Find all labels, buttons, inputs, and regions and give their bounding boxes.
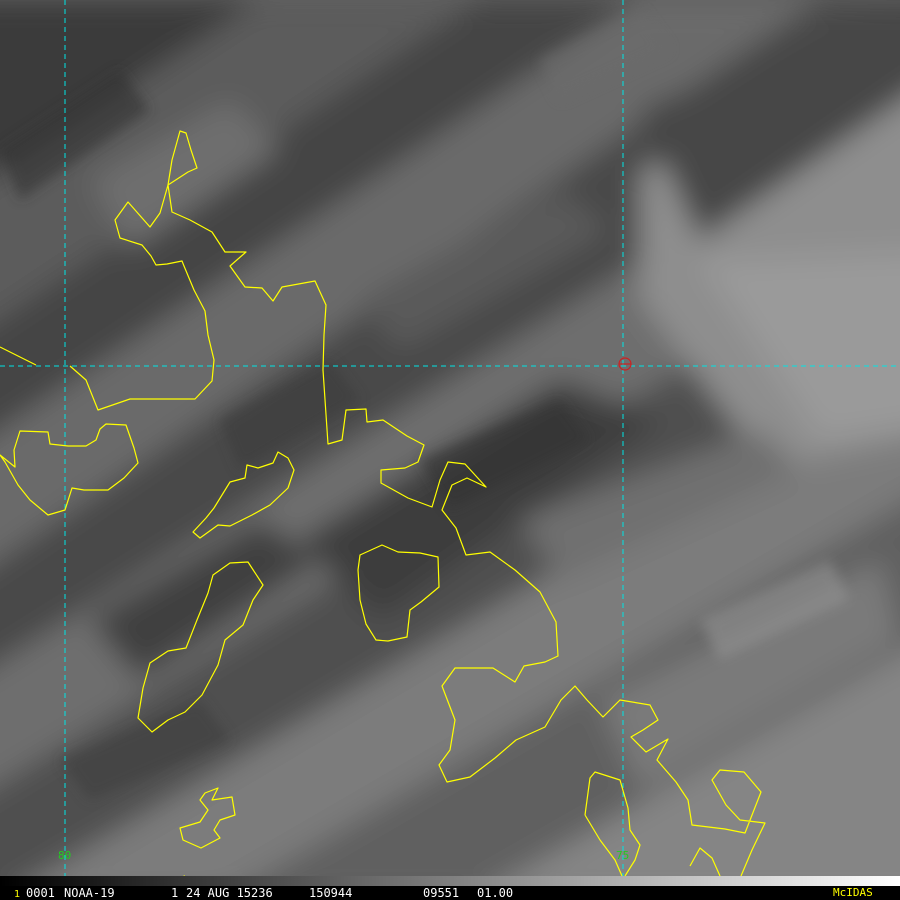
image-time: 150944 xyxy=(309,886,353,900)
water-vapor-imagery xyxy=(0,0,900,876)
frame-number: 1 xyxy=(14,889,21,900)
grid-label-lon-80: 80 xyxy=(58,849,72,862)
grayscale-calibration-bar xyxy=(0,876,900,886)
mcidas-logo: McIDAS xyxy=(833,886,873,899)
band-number: 1 xyxy=(171,886,179,900)
satellite-image-display: 80 75 1 0001 NOAA-19 1 24 AUG 15236 1509… xyxy=(0,0,900,900)
image-date: 24 AUG 15236 xyxy=(186,886,273,900)
grid-label-lon-75: 75 xyxy=(616,849,630,862)
satellite-name: NOAA-19 xyxy=(64,886,115,900)
resolution: 01.00 xyxy=(477,886,514,900)
frame-id: 0001 xyxy=(26,886,55,900)
location-code: 09551 xyxy=(423,886,460,900)
